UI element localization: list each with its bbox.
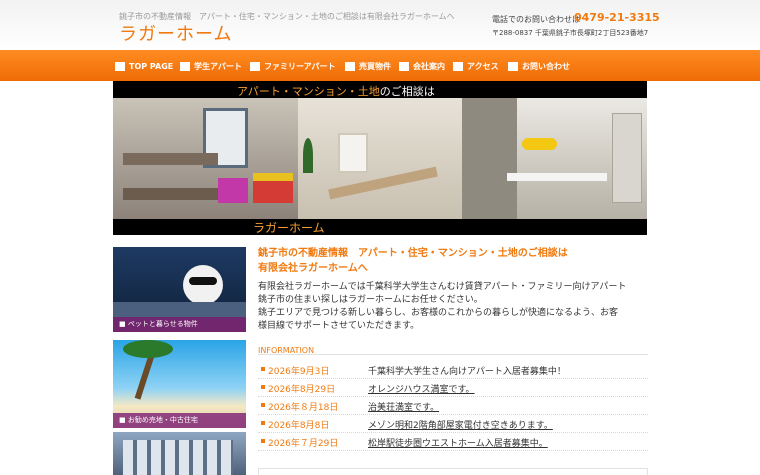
intro-line: 有限会社ラガーホームでは千葉科学大学生さんむけ賃貸アパート・ファミリー向けアパー…: [258, 282, 627, 292]
bullet-icon: [261, 403, 265, 407]
dog-shape: [183, 265, 223, 305]
news-link[interactable]: メゾン明和2階角部屋家電付き空きあります。: [368, 418, 553, 431]
hero-photo-bedroom: [113, 98, 298, 219]
contact-label: 電話でのお問い合わせは: [492, 15, 580, 24]
car-roof-shape: [113, 302, 246, 317]
square-icon: [250, 61, 260, 71]
wall-shape: [462, 98, 517, 219]
news-item[interactable]: 2026年８月18日 治美荘満室です。: [258, 397, 648, 415]
content-box: [258, 468, 648, 475]
nav-item-contact[interactable]: お問い合わせ: [508, 60, 570, 72]
storage-box-red: [253, 173, 293, 203]
news-date: 2026年８月18日: [268, 403, 339, 413]
intro-line: 銚子エリアで見つける新しい暮らし、お客様のこれからの暮らしが快適になるよう、お客: [258, 308, 619, 318]
hero-caption: アパート・マンション・土地のご相談は: [237, 83, 435, 99]
news-item[interactable]: 2026年9月3日 千葉科学大学生さん向けアパート入居者募集中！: [258, 361, 648, 379]
information-divider: [258, 354, 648, 355]
main-heading: 銚子市の不動産情報 アパート・住宅・マンション・土地のご相談は 有限会社ラガーホ…: [258, 246, 648, 276]
sidebar-card-label: ■ お勧め売地・中古住宅: [113, 413, 246, 428]
hero-bottom-bar: [113, 219, 647, 235]
news-item[interactable]: 2026年8月8日 メゾン明和2階角部屋家電付き空きあります。: [258, 415, 648, 433]
site-header: 銚子市の不動産情報 アパート・住宅・マンション・土地のご相談は有限会社ラガーホー…: [0, 0, 760, 50]
sidebar-card-building[interactable]: [113, 432, 246, 475]
bullet-icon: [261, 385, 265, 389]
bullet-icon: [261, 439, 265, 443]
table-shape: [507, 173, 607, 181]
bullet-icon: [261, 421, 265, 425]
shelf-shape: [612, 113, 642, 203]
news-link[interactable]: 治美荘満室です。: [368, 400, 439, 413]
sidebar-card-label: ■ ペットと暮らせる物件: [113, 317, 246, 332]
news-item[interactable]: 2026年７月29日 松岸駅徒歩圏ウエストホーム入居者募集中。: [258, 433, 648, 451]
news-item[interactable]: 2026年8月29日 オレンジハウス満室です。: [258, 379, 648, 397]
news-date: 2026年8月8日: [268, 421, 330, 431]
nav-item-sale-properties[interactable]: 売買物件: [345, 60, 391, 72]
news-date: 2026年8月29日: [268, 385, 336, 395]
contact-address: 〒288-0837 千葉県銚子市長塚町2丁目523番地7: [492, 29, 649, 37]
hero-caption-suffix: のご相談は: [379, 85, 435, 98]
nav-item-student-apartment[interactable]: 学生アパート: [180, 60, 242, 72]
nav-item-family-apartment[interactable]: ファミリーアパート: [250, 60, 336, 72]
sunglasses-shape: [189, 277, 217, 285]
nav-item-company[interactable]: 会社案内: [399, 60, 445, 72]
nav-item-label: アクセス: [467, 61, 499, 71]
site-logo[interactable]: ラガーホーム: [119, 20, 232, 46]
flower-shape: [522, 138, 557, 150]
square-icon: [345, 61, 355, 71]
main-heading-line: 有限会社ラガーホームへ: [258, 263, 368, 274]
main-nav: TOP PAGE 学生アパート ファミリーアパート 売買物件 会社案内 アクセス…: [0, 50, 760, 81]
nav-item-access[interactable]: アクセス: [453, 60, 499, 72]
square-icon: [508, 61, 518, 71]
hero-photo-lounge: [298, 98, 462, 219]
news-link[interactable]: オレンジハウス満室です。: [368, 382, 475, 395]
square-icon: [115, 61, 125, 71]
square-icon: [399, 61, 409, 71]
nav-item-label: TOP PAGE: [129, 61, 174, 71]
nav-item-label: ファミリーアパート: [264, 61, 336, 71]
nav-item-top-page[interactable]: TOP PAGE: [115, 60, 173, 72]
plant-shape: [303, 138, 313, 173]
intro-text: 有限会社ラガーホームでは千葉科学大学生さんむけ賃貸アパート・ファミリー向けアパー…: [258, 281, 650, 333]
nav-item-label: 売買物件: [359, 61, 391, 71]
intro-line: 様目線でサポートさせていただきます。: [258, 321, 420, 331]
square-icon: [453, 61, 463, 71]
bunk-bed-bottom: [123, 188, 218, 200]
news-link[interactable]: 松岸駅徒歩圏ウエストホーム入居者募集中。: [368, 436, 548, 449]
hero-caption-bar: アパート・マンション・土地のご相談は: [113, 81, 647, 98]
news-date: 2026年７月29日: [268, 439, 339, 449]
sidebar-card-pets[interactable]: ■ ペットと暮らせる物件: [113, 247, 246, 332]
news-date: 2026年9月3日: [268, 367, 330, 377]
nav-item-label: 会社案内: [413, 61, 445, 71]
sidebar-card-properties[interactable]: ■ お勧め売地・中古住宅: [113, 340, 246, 428]
nav-item-label: お問い合わせ: [522, 61, 570, 71]
intro-line: 銚子市の住まい探しはラガーホームにお任せください。: [258, 295, 483, 305]
bunk-bed-top: [123, 153, 218, 165]
storage-box-pink: [218, 178, 248, 203]
skylight-shape: [338, 133, 368, 173]
contact-phone[interactable]: 0479-21-3315: [574, 11, 660, 24]
building-shape: [123, 440, 233, 475]
hero-logo: ラガーホーム: [253, 221, 325, 235]
palm-leaves-shape: [123, 340, 173, 358]
news-text[interactable]: 千葉科学大学生さん向けアパート入居者募集中！: [368, 364, 566, 377]
hero-photo-dining: [462, 98, 647, 219]
hero-banner: アパート・マンション・土地のご相談は ラガーホーム: [113, 81, 647, 235]
nav-item-label: 学生アパート: [194, 61, 242, 71]
square-icon: [180, 61, 190, 71]
main-heading-line: 銚子市の不動産情報 アパート・住宅・マンション・土地のご相談は: [258, 248, 568, 259]
bullet-icon: [261, 367, 265, 371]
hero-caption-highlight: アパート・マンション・土地: [237, 85, 380, 98]
